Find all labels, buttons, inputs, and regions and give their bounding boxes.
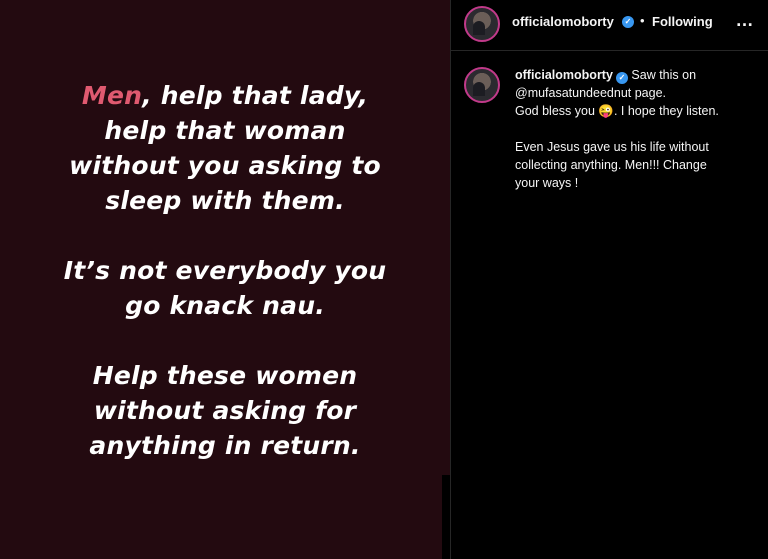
post-line: Men, help that lady, [0, 78, 450, 113]
post-line: go knack nau. [125, 291, 325, 320]
caption-line: Even Jesus gave us his life without [515, 140, 709, 154]
post-line-text: , help that lady, [142, 81, 369, 110]
avatar[interactable] [464, 6, 500, 42]
avatar[interactable] [464, 67, 500, 103]
more-options-icon[interactable]: … [735, 10, 755, 30]
post-line: without you asking to [69, 151, 381, 180]
caption-line: collecting anything. Men!!! Change [515, 158, 707, 172]
verified-badge-icon: ✓ [615, 72, 628, 84]
post-accent-word: Men [81, 81, 143, 110]
post-line: Help these women [92, 361, 358, 390]
post-paragraph-1: Men, help that lady, help that woman wit… [0, 78, 450, 218]
separator-dot: • [640, 13, 645, 28]
post-header: officialomoborty ✓ • Following … [451, 0, 768, 51]
post-line: sleep with them. [105, 186, 345, 215]
following-button[interactable]: Following [652, 14, 713, 29]
post-line: help that woman [104, 116, 346, 145]
header-username[interactable]: officialomoborty [512, 14, 614, 29]
post-line: anything in return. [89, 431, 361, 460]
comments-panel: officialomoborty ✓ • Following … officia… [450, 0, 768, 559]
caption-line: @mufasatundeednut page. [515, 86, 666, 100]
caption-username[interactable]: officialomoborty [515, 68, 613, 82]
post-line: without asking for [93, 396, 357, 425]
caption-line: God bless you 😜. I hope they listen. [515, 104, 719, 118]
post-text: Men, help that lady, help that woman wit… [0, 78, 450, 498]
caption-text: officialomoborty ✓ Saw this on @mufasatun… [515, 66, 763, 192]
caption-line: your ways ! [515, 176, 579, 190]
post-paragraph-2: It’s not everybody you go knack nau. [0, 253, 450, 323]
post-paragraph-3: Help these women without asking for anyt… [0, 358, 450, 463]
post-image: Men, help that lady, help that woman wit… [0, 0, 450, 559]
verified-badge-icon: ✓ [622, 16, 634, 28]
caption-first-line: officialomoborty ✓ Saw this on [515, 66, 763, 84]
caption-line: Saw this on [631, 68, 697, 82]
post-line: It’s not everybody you [63, 256, 387, 285]
